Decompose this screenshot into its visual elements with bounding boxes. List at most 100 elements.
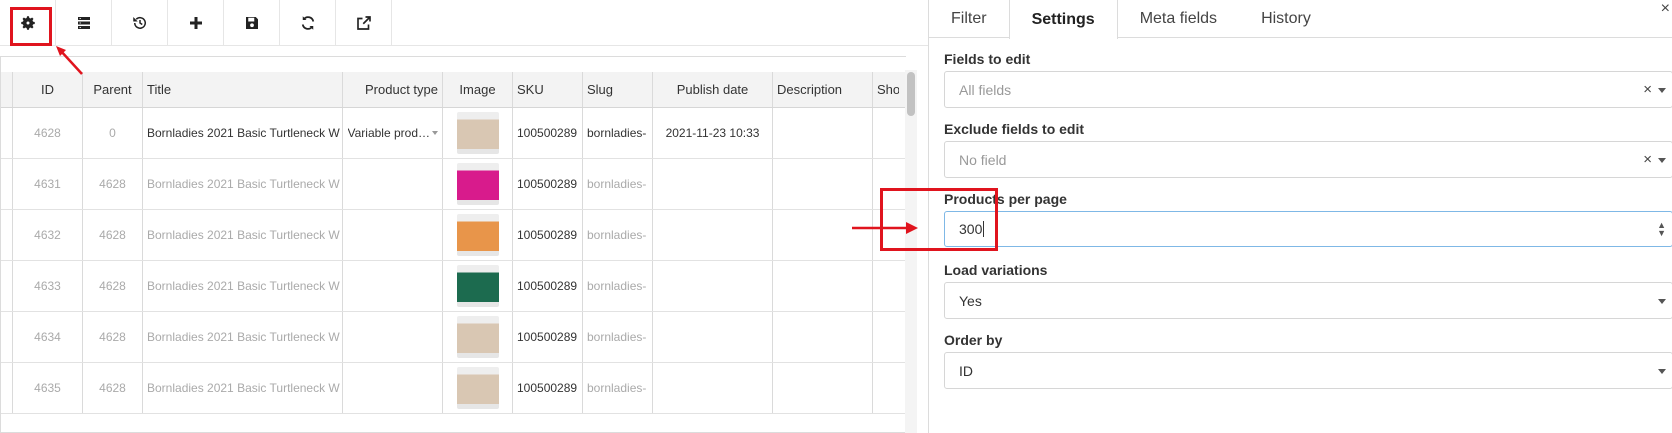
cell-product-type[interactable]: [343, 363, 443, 413]
column-header-product-type[interactable]: Product type: [343, 72, 443, 107]
cell-product-type[interactable]: [343, 261, 443, 311]
cell-product-type[interactable]: [343, 312, 443, 362]
cell-image[interactable]: [443, 159, 513, 209]
reload-button[interactable]: [280, 0, 336, 46]
cell-image[interactable]: [443, 210, 513, 260]
cell-product-type[interactable]: [343, 159, 443, 209]
exclude-fields-select[interactable]: No field ×: [944, 141, 1672, 178]
cell-title[interactable]: Bornladies 2021 Basic Turtleneck W: [143, 261, 343, 311]
tab-meta-fields[interactable]: Meta fields: [1118, 0, 1239, 38]
cell-id[interactable]: 4633: [13, 261, 83, 311]
table-row[interactable]: 4631 4628 Bornladies 2021 Basic Turtlene…: [1, 159, 906, 210]
cell-short-description[interactable]: [873, 261, 899, 311]
cell-publish-date[interactable]: [653, 210, 773, 260]
cell-publish-date[interactable]: [653, 312, 773, 362]
cell-description[interactable]: [773, 159, 873, 209]
cell-sku[interactable]: 100500289: [513, 363, 583, 413]
cell-short-description[interactable]: [873, 312, 899, 362]
cell-description[interactable]: [773, 261, 873, 311]
cell-short-description[interactable]: [873, 363, 899, 413]
export-button[interactable]: [336, 0, 392, 46]
cell-id[interactable]: 4632: [13, 210, 83, 260]
row-select-cell[interactable]: [1, 108, 13, 158]
tab-settings[interactable]: Settings: [1008, 0, 1118, 39]
scrollbar-thumb[interactable]: [907, 72, 915, 116]
cell-sku[interactable]: 100500289: [513, 312, 583, 362]
tab-history[interactable]: History: [1239, 0, 1333, 38]
chevron-down-icon[interactable]: [1658, 369, 1666, 374]
column-header-title[interactable]: Title: [143, 72, 343, 107]
cell-parent[interactable]: 4628: [83, 210, 143, 260]
cell-slug[interactable]: bornladies-: [583, 210, 653, 260]
column-header-sku[interactable]: SKU: [513, 72, 583, 107]
row-select-cell[interactable]: [1, 363, 13, 413]
save-button[interactable]: [224, 0, 280, 46]
cell-title[interactable]: Bornladies 2021 Basic Turtleneck W: [143, 363, 343, 413]
cell-title[interactable]: Bornladies 2021 Basic Turtleneck W: [143, 159, 343, 209]
cell-slug[interactable]: bornladies-: [583, 312, 653, 362]
cell-sku[interactable]: 100500289: [513, 108, 583, 158]
settings-button[interactable]: [0, 0, 56, 46]
column-header-publish-date[interactable]: Publish date: [653, 72, 773, 107]
cell-id[interactable]: 4631: [13, 159, 83, 209]
cell-id[interactable]: 4628: [13, 108, 83, 158]
history-button[interactable]: [112, 0, 168, 46]
table-row[interactable]: 4633 4628 Bornladies 2021 Basic Turtlene…: [1, 261, 906, 312]
column-header-image[interactable]: Image: [443, 72, 513, 107]
chevron-down-icon[interactable]: [1658, 88, 1666, 93]
cell-description[interactable]: [773, 363, 873, 413]
clear-icon[interactable]: ×: [1643, 151, 1652, 168]
row-select-cell[interactable]: [1, 159, 13, 209]
grid-vertical-scrollbar[interactable]: [905, 70, 917, 433]
column-header-parent[interactable]: Parent: [83, 72, 143, 107]
row-select-cell[interactable]: [1, 210, 13, 260]
cell-id[interactable]: 4635: [13, 363, 83, 413]
cell-parent[interactable]: 0: [83, 108, 143, 158]
chevron-down-icon[interactable]: [1658, 158, 1666, 163]
cell-description[interactable]: [773, 108, 873, 158]
cell-title[interactable]: Bornladies 2021 Basic Turtleneck W: [143, 108, 343, 158]
add-button[interactable]: [168, 0, 224, 46]
cell-slug[interactable]: bornladies-: [583, 159, 653, 209]
column-header-short-description[interactable]: Sho: [873, 72, 899, 107]
row-select-cell[interactable]: [1, 312, 13, 362]
cell-description[interactable]: [773, 312, 873, 362]
column-header-description[interactable]: Description: [773, 72, 873, 107]
cell-slug[interactable]: bornladies-: [583, 108, 653, 158]
cell-sku[interactable]: 100500289: [513, 210, 583, 260]
chevron-down-icon[interactable]: [1658, 299, 1666, 304]
table-row[interactable]: 4628 0 Bornladies 2021 Basic Turtleneck …: [1, 108, 906, 159]
cell-image[interactable]: [443, 312, 513, 362]
cell-title[interactable]: Bornladies 2021 Basic Turtleneck W: [143, 312, 343, 362]
cell-image[interactable]: [443, 261, 513, 311]
cell-publish-date[interactable]: [653, 159, 773, 209]
cell-product-type[interactable]: Variable prod…: [343, 108, 443, 158]
tab-filter[interactable]: Filter: [929, 0, 1009, 38]
cell-publish-date[interactable]: [653, 363, 773, 413]
products-per-page-input[interactable]: 300 ▲ ▼: [944, 211, 1672, 247]
table-row[interactable]: 4634 4628 Bornladies 2021 Basic Turtlene…: [1, 312, 906, 363]
load-variations-select[interactable]: Yes: [944, 282, 1672, 319]
table-row[interactable]: 4632 4628 Bornladies 2021 Basic Turtlene…: [1, 210, 906, 261]
cell-short-description[interactable]: [873, 108, 899, 158]
cell-slug[interactable]: bornladies-: [583, 363, 653, 413]
columns-button[interactable]: [56, 0, 112, 46]
fields-to-edit-select[interactable]: All fields ×: [944, 71, 1672, 108]
table-row[interactable]: 4635 4628 Bornladies 2021 Basic Turtlene…: [1, 363, 906, 414]
cell-sku[interactable]: 100500289: [513, 159, 583, 209]
spinner-icon[interactable]: ▲ ▼: [1657, 221, 1666, 238]
cell-parent[interactable]: 4628: [83, 312, 143, 362]
cell-publish-date[interactable]: 2021-11-23 10:33: [653, 108, 773, 158]
cell-parent[interactable]: 4628: [83, 261, 143, 311]
cell-product-type[interactable]: [343, 210, 443, 260]
cell-sku[interactable]: 100500289: [513, 261, 583, 311]
close-icon[interactable]: ×: [1661, 0, 1670, 18]
order-by-select[interactable]: ID: [944, 352, 1672, 389]
cell-slug[interactable]: bornladies-: [583, 261, 653, 311]
cell-image[interactable]: [443, 363, 513, 413]
cell-parent[interactable]: 4628: [83, 159, 143, 209]
clear-icon[interactable]: ×: [1643, 81, 1652, 98]
cell-parent[interactable]: 4628: [83, 363, 143, 413]
cell-image[interactable]: [443, 108, 513, 158]
cell-id[interactable]: 4634: [13, 312, 83, 362]
